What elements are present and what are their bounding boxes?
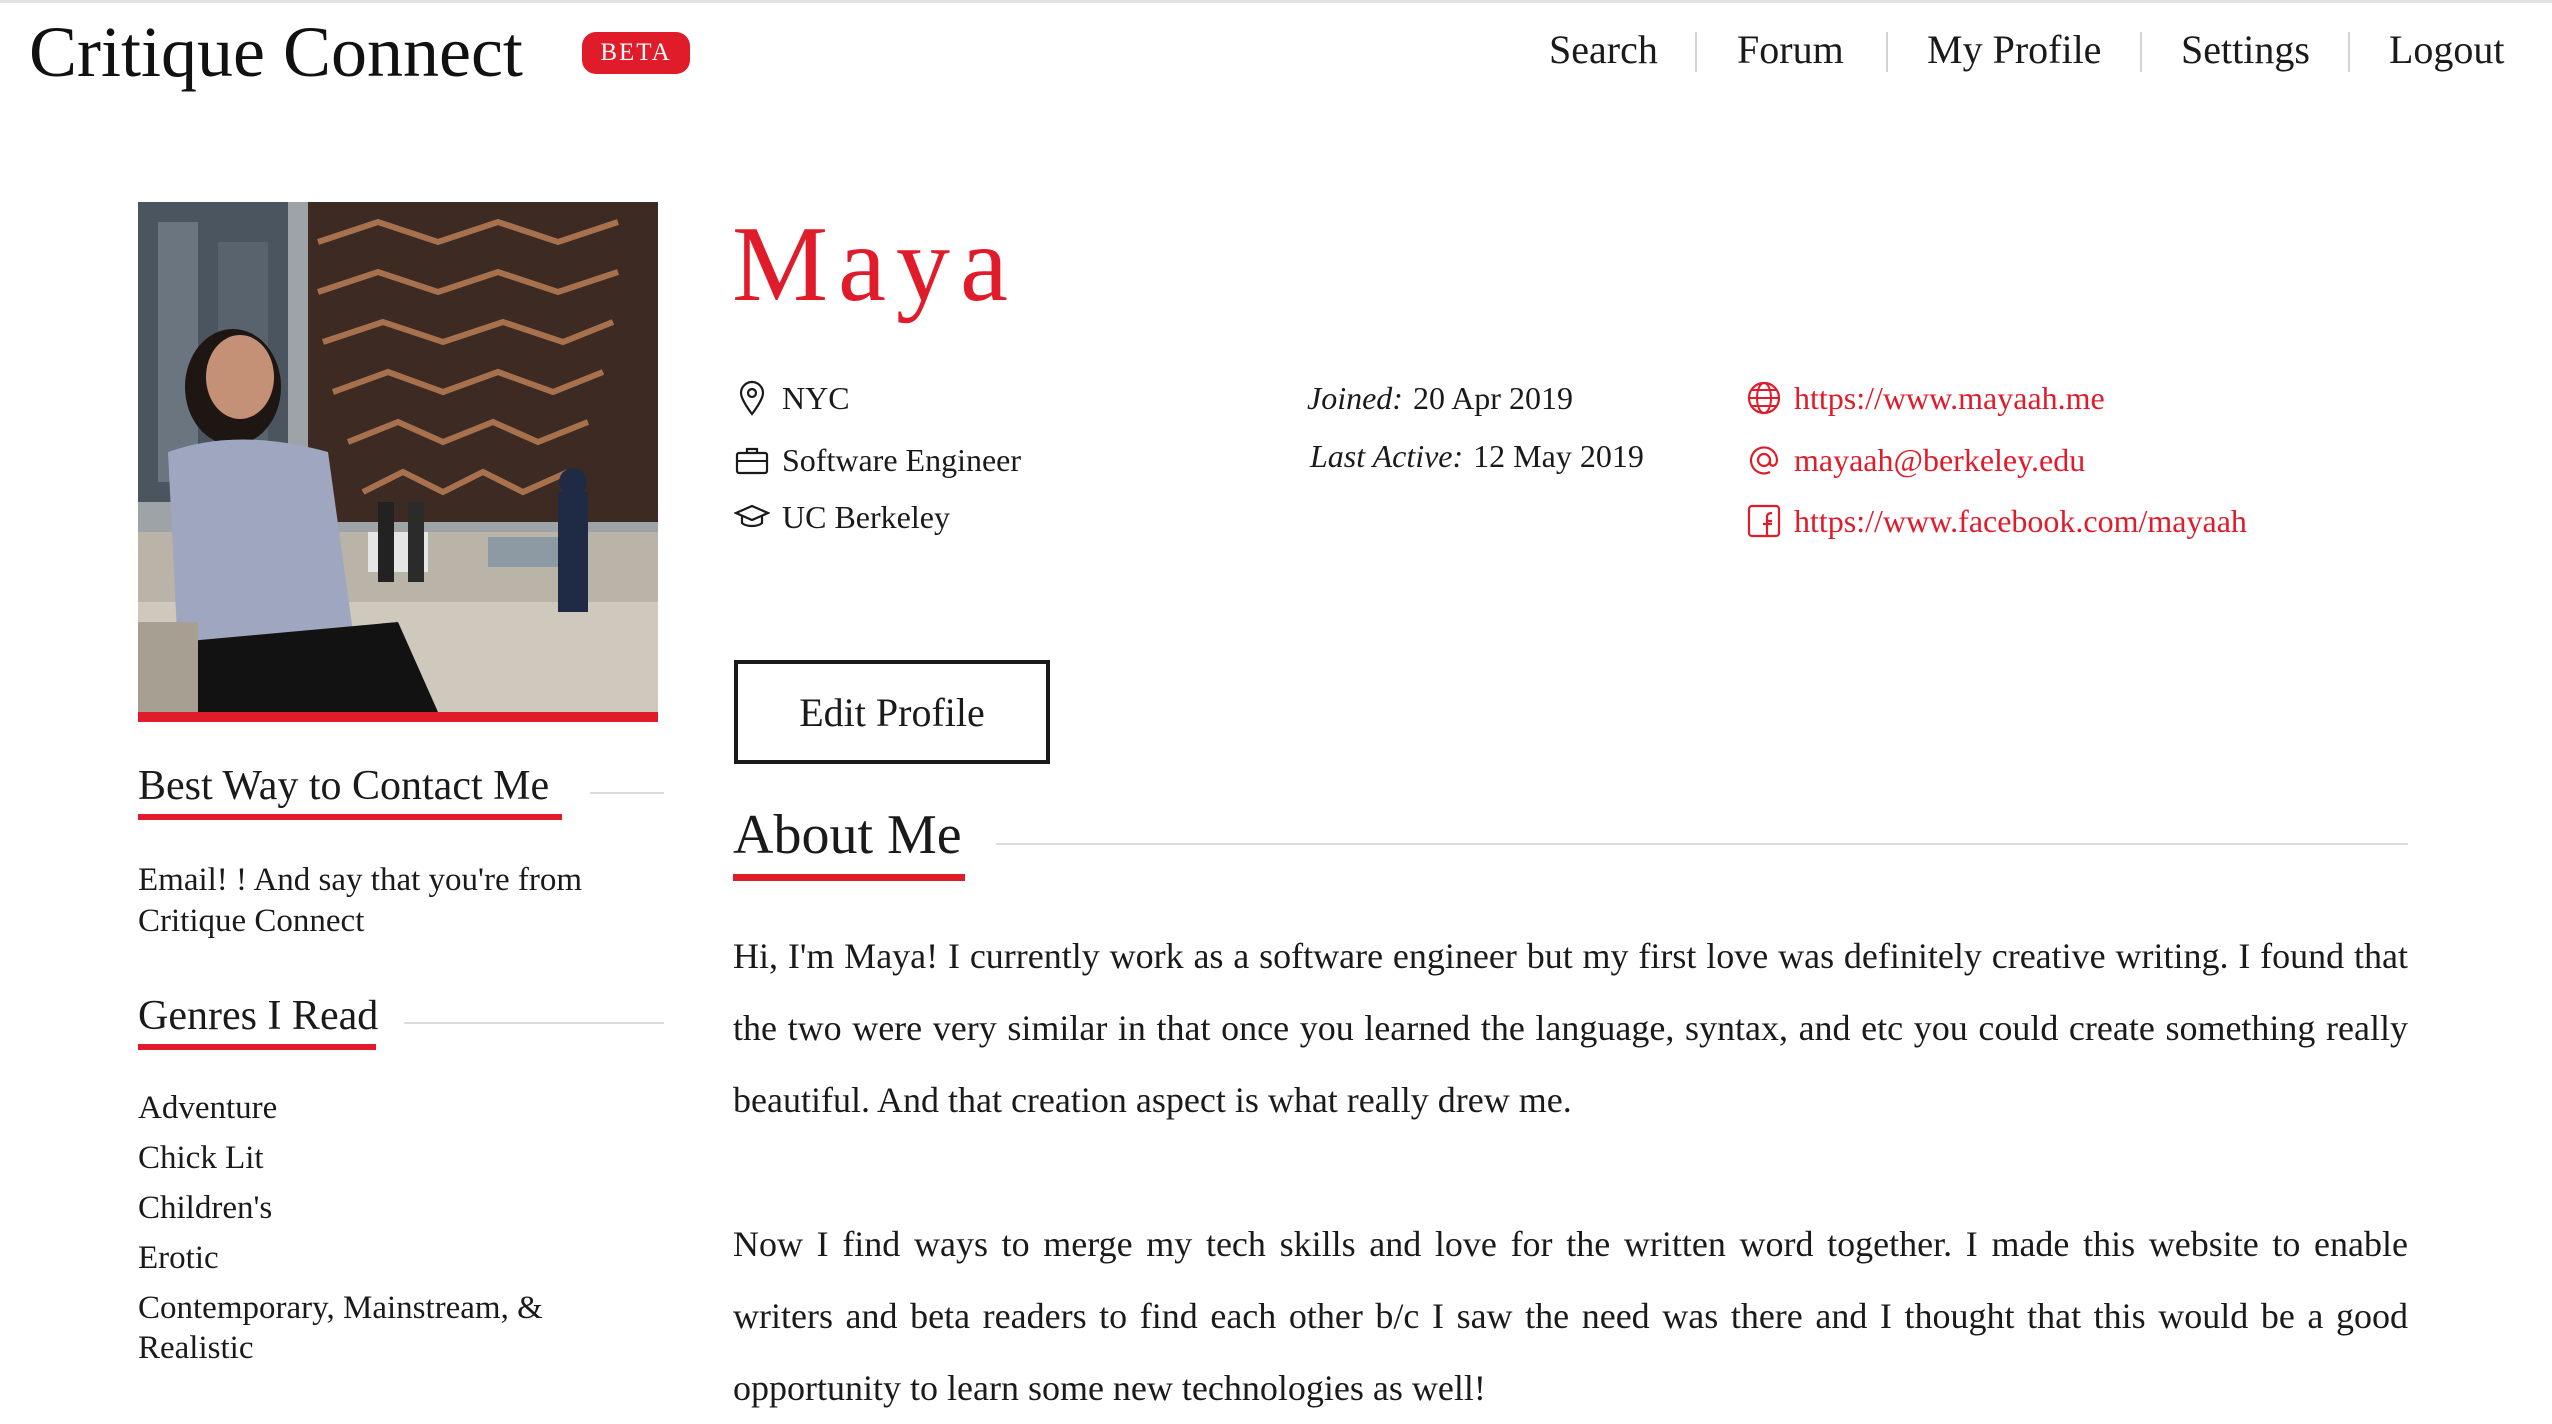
- nav-divider: [1695, 32, 1697, 72]
- edit-profile-button[interactable]: Edit Profile: [734, 660, 1050, 764]
- nav-divider: [2348, 32, 2350, 72]
- about-heading-rule: [996, 843, 2408, 845]
- occupation-row: Software Engineer: [734, 440, 1021, 480]
- last-active-value: 12 May 2019: [1473, 438, 1644, 474]
- facebook-icon: [1746, 503, 1782, 539]
- genre-item: Contemporary, Mainstream, & Realistic: [138, 1290, 543, 1366]
- nav-divider: [1886, 32, 1888, 72]
- beta-badge: BETA: [582, 32, 690, 74]
- nav-forum[interactable]: Forum: [1737, 20, 1844, 80]
- genre-item: Chick Lit: [138, 1140, 264, 1176]
- nav-settings[interactable]: Settings: [2181, 20, 2310, 80]
- nav-my-profile[interactable]: My Profile: [1927, 20, 2101, 80]
- nav-logout[interactable]: Logout: [2389, 20, 2505, 80]
- nav-search[interactable]: Search: [1549, 20, 1658, 80]
- about-paragraph-1: Hi, I'm Maya! I currently work as a soft…: [733, 936, 2408, 1120]
- contact-heading-rule: [590, 792, 664, 794]
- website-link[interactable]: https://www.mayaah.me: [1794, 378, 2105, 418]
- genre-item: Adventure: [138, 1090, 278, 1126]
- occupation-text: Software Engineer: [782, 442, 1022, 478]
- profile-name: Maya: [732, 205, 1018, 324]
- facebook-row: https://www.facebook.com/mayaah: [1746, 501, 2247, 541]
- genres-heading-rule: [404, 1022, 664, 1024]
- joined-label: Joined:: [1307, 380, 1403, 416]
- email-row: mayaah@berkeley.edu: [1746, 440, 2085, 480]
- location-text: NYC: [782, 380, 850, 416]
- graduation-cap-icon: [734, 499, 770, 535]
- nav-divider: [2140, 32, 2142, 72]
- contact-heading-underline: [138, 814, 562, 820]
- last-active-row: Last Active: 12 May 2019: [1310, 436, 1644, 476]
- about-paragraph-2: Now I find ways to merge my tech skills …: [733, 1224, 2408, 1408]
- globe-icon: [1746, 380, 1782, 416]
- joined-row: Joined: 20 Apr 2019: [1307, 378, 1573, 418]
- map-pin-icon: [734, 380, 770, 416]
- about-heading: About Me: [733, 804, 962, 866]
- joined-value: 20 Apr 2019: [1412, 380, 1573, 416]
- at-sign-icon: [1746, 442, 1782, 478]
- genre-item: Erotic: [138, 1240, 219, 1276]
- genres-heading: Genres I Read: [138, 993, 379, 1039]
- genres-list: Adventure Chick Lit Children's Erotic Co…: [138, 1088, 658, 1378]
- brand-logo[interactable]: Critique Connect: [29, 8, 523, 96]
- genres-heading-underline: [138, 1044, 376, 1050]
- email-link[interactable]: mayaah@berkeley.edu: [1794, 440, 2085, 480]
- profile-photo: [138, 202, 658, 712]
- genre-item: Children's: [138, 1190, 273, 1226]
- last-active-label: Last Active:: [1310, 438, 1464, 474]
- location-row: NYC: [734, 378, 850, 418]
- top-border: [0, 0, 2552, 3]
- contact-heading: Best Way to Contact Me: [138, 763, 550, 809]
- school-text: UC Berkeley: [782, 499, 950, 535]
- facebook-link[interactable]: https://www.facebook.com/mayaah: [1794, 501, 2247, 541]
- school-row: UC Berkeley: [734, 497, 950, 537]
- website-row: https://www.mayaah.me: [1746, 378, 2105, 418]
- contact-text: Email! ! And say that you're from Critiq…: [138, 862, 583, 939]
- about-heading-underline: [733, 874, 965, 881]
- photo-accent-bar: [138, 712, 658, 722]
- briefcase-icon: [734, 442, 770, 478]
